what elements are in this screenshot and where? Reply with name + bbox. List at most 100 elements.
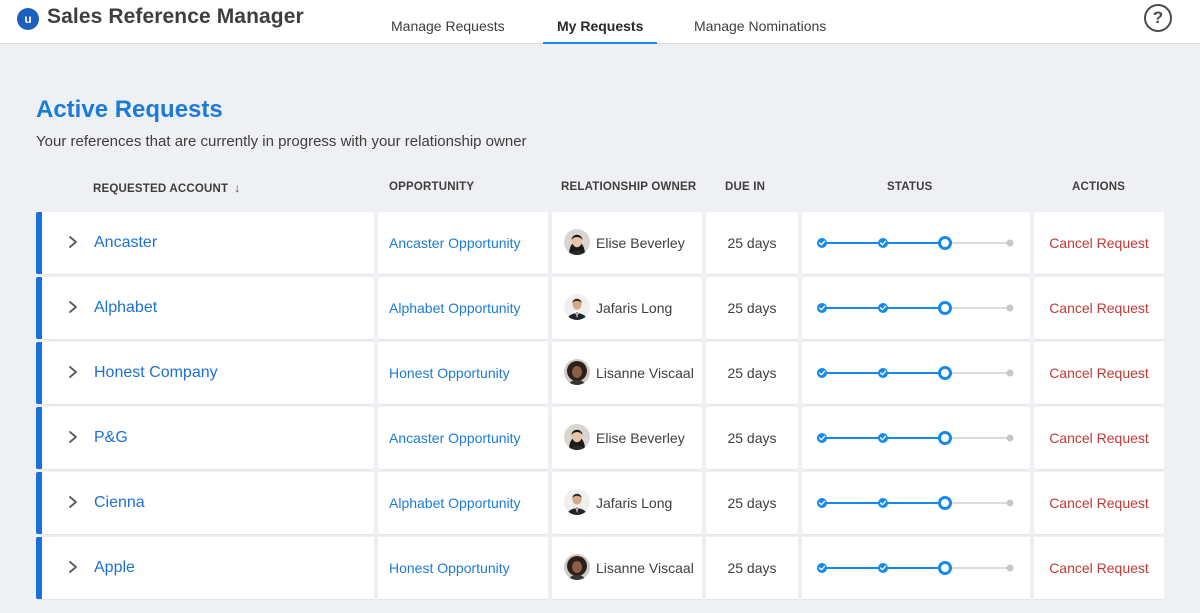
avatar [564, 359, 590, 385]
table-row: Alphabet Alphabet Opportunity Jafaris Lo… [36, 277, 1164, 339]
owner-name: Elise Beverley [596, 430, 685, 446]
column-header-status: STATUS [887, 181, 933, 193]
table-row: Honest Company Honest Opportunity Lisann… [36, 342, 1164, 404]
app-title: Sales Reference Manager [47, 5, 304, 28]
due-in-value: 25 days [727, 495, 777, 511]
cancel-request-button[interactable]: Cancel Request [1034, 300, 1164, 316]
account-cell: P&G [36, 407, 374, 469]
opportunity-link[interactable]: Honest Opportunity [389, 560, 510, 576]
due-cell: 25 days [706, 212, 798, 274]
opportunity-cell: Alphabet Opportunity [378, 472, 548, 534]
chevron-right-icon[interactable] [66, 557, 80, 577]
owner-name: Elise Beverley [596, 235, 685, 251]
opportunity-link[interactable]: Alphabet Opportunity [389, 495, 521, 511]
cancel-request-button[interactable]: Cancel Request [1034, 235, 1164, 251]
table-row: Apple Honest Opportunity Lisanne Viscaal… [36, 537, 1164, 599]
status-progress-tracker [802, 407, 1030, 469]
opportunity-link[interactable]: Ancaster Opportunity [389, 430, 521, 446]
chevron-right-icon[interactable] [66, 427, 80, 447]
status-progress-tracker [802, 537, 1030, 599]
avatar [564, 424, 590, 450]
account-cell: Ancaster [36, 212, 374, 274]
account-link[interactable]: Apple [94, 559, 135, 577]
opportunity-link[interactable]: Alphabet Opportunity [389, 300, 521, 316]
opportunity-link[interactable]: Honest Opportunity [389, 365, 510, 381]
tab-my-requests[interactable]: My Requests [543, 0, 658, 44]
help-icon[interactable]: ? [1144, 4, 1172, 32]
account-link[interactable]: Ancaster [94, 234, 157, 252]
account-cell: Alphabet [36, 277, 374, 339]
owner-name: Lisanne Viscaal [596, 560, 694, 576]
due-in-value: 25 days [727, 430, 777, 446]
status-progress-tracker [802, 342, 1030, 404]
opportunity-cell: Ancaster Opportunity [378, 407, 548, 469]
status-progress-tracker [802, 472, 1030, 534]
chevron-right-icon[interactable] [66, 232, 80, 252]
chevron-right-icon[interactable] [66, 492, 80, 512]
chevron-right-icon[interactable] [66, 362, 80, 382]
cancel-request-button[interactable]: Cancel Request [1034, 560, 1164, 576]
owner-cell: Lisanne Viscaal [552, 342, 702, 404]
actions-cell: Cancel Request [1034, 277, 1164, 339]
due-cell: 25 days [706, 342, 798, 404]
owner-cell: Elise Beverley [552, 407, 702, 469]
due-cell: 25 days [706, 277, 798, 339]
table-row: P&G Ancaster Opportunity Elise Beverley … [36, 407, 1164, 469]
owner-cell: Jafaris Long [552, 277, 702, 339]
tab-manage-nominations[interactable]: Manage Nominations [680, 0, 840, 44]
account-cell: Honest Company [36, 342, 374, 404]
opportunity-cell: Ancaster Opportunity [378, 212, 548, 274]
chevron-right-icon[interactable] [66, 297, 80, 317]
avatar [564, 229, 590, 255]
account-link[interactable]: P&G [94, 429, 128, 447]
sort-arrow-down-icon[interactable]: ↓ [234, 181, 240, 195]
actions-cell: Cancel Request [1034, 472, 1164, 534]
status-cell [802, 537, 1030, 599]
owner-name: Lisanne Viscaal [596, 365, 694, 381]
account-link[interactable]: Honest Company [94, 364, 218, 382]
due-in-value: 25 days [727, 300, 777, 316]
avatar [564, 554, 590, 580]
account-link[interactable]: Cienna [94, 494, 145, 512]
due-cell: 25 days [706, 472, 798, 534]
cancel-request-button[interactable]: Cancel Request [1034, 365, 1164, 381]
owner-cell: Elise Beverley [552, 212, 702, 274]
column-header-account[interactable]: REQUESTED ACCOUNT ↓ [93, 181, 240, 195]
actions-cell: Cancel Request [1034, 212, 1164, 274]
avatar [564, 294, 590, 320]
status-progress-tracker [802, 277, 1030, 339]
app-logo-icon: u [17, 8, 39, 30]
top-bar: u Sales Reference Manager Manage Request… [0, 0, 1200, 44]
due-cell: 25 days [706, 407, 798, 469]
account-cell: Cienna [36, 472, 374, 534]
column-header-actions: ACTIONS [1072, 181, 1126, 193]
due-cell: 25 days [706, 537, 798, 599]
account-link[interactable]: Alphabet [94, 299, 157, 317]
account-cell: Apple [36, 537, 374, 599]
tab-manage-requests[interactable]: Manage Requests [377, 0, 519, 44]
status-cell [802, 277, 1030, 339]
actions-cell: Cancel Request [1034, 537, 1164, 599]
status-cell [802, 407, 1030, 469]
page-subtitle: Your references that are currently in pr… [36, 133, 527, 150]
status-cell [802, 212, 1030, 274]
cancel-request-button[interactable]: Cancel Request [1034, 430, 1164, 446]
opportunity-cell: Honest Opportunity [378, 342, 548, 404]
cancel-request-button[interactable]: Cancel Request [1034, 495, 1164, 511]
due-in-value: 25 days [727, 365, 777, 381]
actions-cell: Cancel Request [1034, 342, 1164, 404]
owner-cell: Jafaris Long [552, 472, 702, 534]
owner-cell: Lisanne Viscaal [552, 537, 702, 599]
page-title: Active Requests [36, 96, 223, 123]
column-header-owner: RELATIONSHIP OWNER [561, 181, 697, 193]
avatar [564, 489, 590, 515]
due-in-value: 25 days [727, 560, 777, 576]
status-progress-tracker [802, 212, 1030, 274]
column-header-opportunity: OPPORTUNITY [389, 181, 475, 193]
opportunity-cell: Honest Opportunity [378, 537, 548, 599]
opportunity-link[interactable]: Ancaster Opportunity [389, 235, 521, 251]
column-header-due: DUE IN [725, 181, 766, 193]
opportunity-cell: Alphabet Opportunity [378, 277, 548, 339]
status-cell [802, 342, 1030, 404]
due-in-value: 25 days [727, 235, 777, 251]
